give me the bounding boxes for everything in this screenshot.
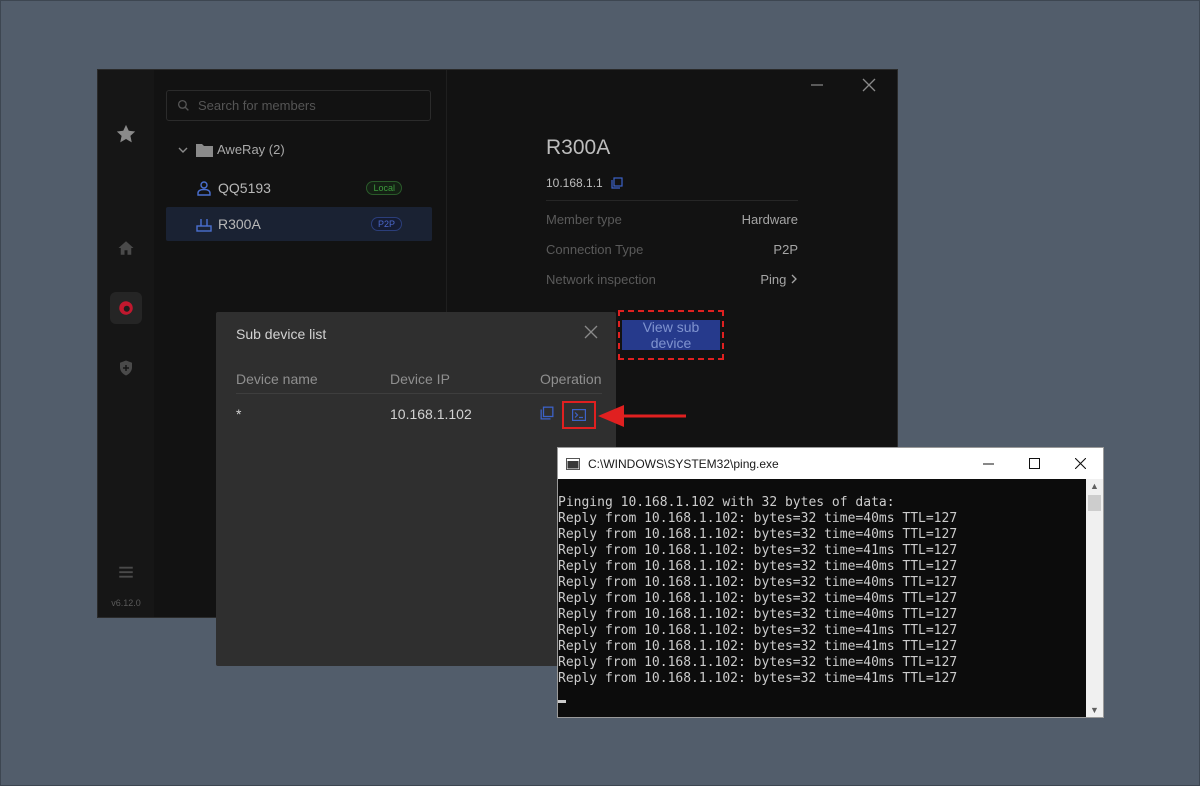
- scrollbar[interactable]: ▲ ▼: [1086, 479, 1103, 717]
- prop-key: Connection Type: [546, 242, 644, 257]
- column-header-device-name: Device name: [236, 371, 318, 387]
- search-icon: [177, 99, 189, 111]
- prop-value-link[interactable]: Ping: [760, 272, 798, 287]
- view-sub-device-button[interactable]: View sub device: [622, 319, 720, 351]
- console-line: Reply from 10.168.1.102: bytes=32 time=4…: [558, 623, 958, 638]
- scroll-thumb[interactable]: [1088, 495, 1101, 511]
- home-icon[interactable]: [110, 232, 142, 264]
- column-header-device-ip: Device IP: [390, 371, 450, 387]
- nav-rail: v6.12.0: [98, 70, 154, 617]
- console-titlebar: C:\WINDOWS\SYSTEM32\ping.exe: [558, 448, 1103, 479]
- shield-plus-icon[interactable]: [110, 352, 142, 384]
- scroll-up-arrow-icon[interactable]: ▲: [1086, 481, 1103, 491]
- chevron-right-icon: [791, 274, 797, 284]
- folder-icon: [196, 143, 213, 157]
- close-button[interactable]: [1057, 448, 1103, 479]
- terminal-icon: [572, 409, 586, 421]
- member-item-r300a[interactable]: R300A P2P: [166, 207, 432, 241]
- search-input[interactable]: [196, 97, 420, 114]
- header-divider: [236, 393, 602, 394]
- version-label: v6.12.0: [111, 598, 141, 608]
- console-line: Reply from 10.168.1.102: bytes=32 time=4…: [558, 575, 958, 590]
- member-item-qq5193[interactable]: QQ5193 Local: [166, 171, 432, 205]
- console-line: Reply from 10.168.1.102: bytes=32 time=4…: [558, 591, 958, 606]
- console-title: C:\WINDOWS\SYSTEM32\ping.exe: [588, 456, 779, 471]
- sub-device-dialog: Sub device list Device name Device IP Op…: [216, 312, 616, 666]
- maximize-button[interactable]: [1011, 448, 1057, 479]
- console-line: Reply from 10.168.1.102: bytes=32 time=4…: [558, 655, 958, 670]
- prop-key: Member type: [546, 212, 622, 227]
- annotation-arrow: [598, 405, 686, 427]
- member-name: QQ5193: [218, 180, 271, 196]
- console-line: Reply from 10.168.1.102: bytes=32 time=4…: [558, 543, 958, 558]
- search-box[interactable]: [166, 90, 431, 121]
- row-device-name: *: [236, 406, 242, 422]
- console-window: C:\WINDOWS\SYSTEM32\ping.exe Pinging 10.…: [557, 447, 1104, 718]
- copy-icon[interactable]: [540, 406, 556, 422]
- dialog-title: Sub device list: [236, 326, 327, 342]
- minimize-button[interactable]: [965, 448, 1011, 479]
- member-name: R300A: [218, 216, 261, 232]
- console-line: Reply from 10.168.1.102: bytes=32 time=4…: [558, 511, 958, 526]
- chevron-down-icon[interactable]: [178, 145, 188, 155]
- prop-value: Hardware: [741, 212, 798, 227]
- network-icon[interactable]: [110, 292, 142, 324]
- menu-icon[interactable]: [110, 556, 142, 588]
- console-icon: [566, 457, 580, 470]
- divider: [546, 200, 798, 201]
- console-line: Reply from 10.168.1.102: bytes=32 time=4…: [558, 559, 958, 574]
- console-line: Reply from 10.168.1.102: bytes=32 time=4…: [558, 527, 958, 542]
- group-label: AweRay (2): [217, 142, 285, 157]
- console-line: Reply from 10.168.1.102: bytes=32 time=4…: [558, 639, 958, 654]
- scroll-down-arrow-icon[interactable]: ▼: [1086, 705, 1103, 715]
- column-header-operation: Operation: [540, 371, 602, 387]
- status-badge-p2p: P2P: [370, 217, 402, 231]
- prop-connection-type: Connection Type P2P: [546, 242, 798, 257]
- row-device-ip: 10.168.1.102: [390, 406, 472, 422]
- device-ip-row: 10.168.1.1: [546, 176, 623, 190]
- copy-icon[interactable]: [611, 177, 623, 189]
- device-title: R300A: [546, 136, 611, 159]
- prop-key: Network inspection: [546, 272, 656, 287]
- group-aweray[interactable]: AweRay (2): [178, 142, 285, 157]
- prop-member-type: Member type Hardware: [546, 212, 798, 227]
- user-icon: [197, 181, 211, 196]
- console-output[interactable]: Pinging 10.168.1.102 with 32 bytes of da…: [558, 479, 1087, 733]
- console-line: Pinging 10.168.1.102 with 32 bytes of da…: [558, 495, 895, 510]
- minimize-icon[interactable]: [810, 78, 824, 97]
- terminal-button[interactable]: [562, 401, 596, 429]
- text-cursor: [558, 700, 566, 703]
- console-line: Reply from 10.168.1.102: bytes=32 time=4…: [558, 671, 958, 686]
- close-icon[interactable]: [862, 78, 876, 97]
- device-ip: 10.168.1.1: [546, 176, 603, 190]
- star-icon[interactable]: [110, 118, 142, 150]
- prop-value: P2P: [773, 242, 798, 257]
- router-icon: [196, 219, 212, 232]
- close-icon[interactable]: [584, 322, 598, 345]
- console-line: Reply from 10.168.1.102: bytes=32 time=4…: [558, 607, 958, 622]
- status-badge-local: Local: [366, 181, 402, 195]
- prop-network-inspection[interactable]: Network inspection Ping: [546, 272, 798, 287]
